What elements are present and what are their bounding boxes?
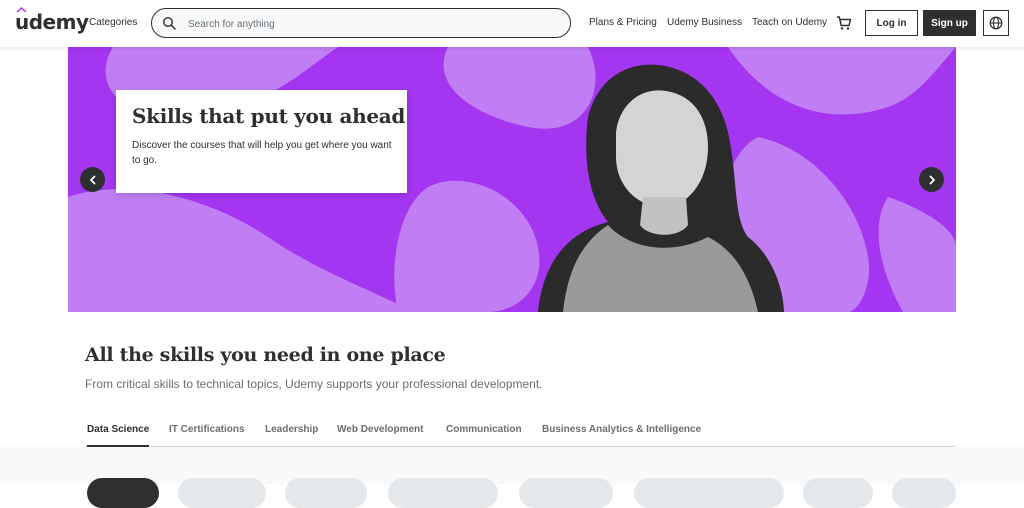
topic-pill[interactable]	[892, 478, 956, 508]
signup-button[interactable]: Sign up	[923, 10, 976, 36]
udemy-business-link[interactable]: Udemy Business	[667, 17, 742, 28]
chevron-left-icon	[89, 175, 95, 184]
topic-pill[interactable]	[803, 478, 873, 508]
tab-communication[interactable]: Communication	[446, 424, 522, 445]
tab-web-development[interactable]: Web Development	[337, 424, 424, 445]
topic-pill[interactable]	[634, 478, 784, 508]
search-bar[interactable]	[151, 8, 571, 38]
login-label: Log in	[876, 17, 907, 29]
signup-label: Sign up	[931, 17, 968, 29]
topic-pill[interactable]	[519, 478, 613, 508]
hero-card: Skills that put you ahead Discover the c…	[116, 90, 407, 193]
plans-pricing-link[interactable]: Plans & Pricing	[589, 17, 657, 28]
teach-on-udemy-link[interactable]: Teach on Udemy	[752, 17, 827, 28]
login-button[interactable]: Log in	[865, 10, 918, 36]
cart-icon[interactable]	[836, 15, 852, 31]
udemy-logo[interactable]: udemy	[15, 7, 89, 34]
hero-description: Discover the courses that will help you …	[132, 140, 392, 166]
tab-data-science[interactable]: Data Science	[87, 424, 150, 447]
search-input[interactable]	[186, 13, 560, 35]
section-title: All the skills you need in one place	[85, 344, 446, 366]
topic-pill[interactable]	[285, 478, 367, 508]
section-subtitle: From critical skills to technical topics…	[85, 377, 543, 391]
topic-pill[interactable]	[178, 478, 266, 508]
carousel-next-button[interactable]	[919, 167, 944, 192]
tab-business-analytics[interactable]: Business Analytics & Intelligence	[542, 424, 701, 445]
tab-leadership[interactable]: Leadership	[265, 424, 318, 445]
logo-hat-icon	[16, 7, 27, 12]
tab-it-certifications[interactable]: IT Certifications	[169, 424, 245, 445]
topic-pill[interactable]	[87, 478, 159, 508]
hero-title: Skills that put you ahead	[132, 104, 406, 128]
categories-menu[interactable]: Categories	[89, 17, 137, 28]
topic-pill[interactable]	[388, 478, 498, 508]
language-button[interactable]	[983, 10, 1009, 36]
logo-text: udemy	[15, 10, 89, 34]
globe-icon	[989, 16, 1003, 30]
carousel-prev-button[interactable]	[80, 167, 105, 192]
search-icon[interactable]	[162, 16, 176, 30]
topic-pills-area	[0, 447, 1024, 484]
chevron-right-icon	[929, 175, 935, 184]
skills-tabs: Data Science IT Certifications Leadershi…	[85, 424, 956, 447]
top-nav: udemy Categories Plans & Pricing Udemy B…	[0, 0, 1024, 47]
